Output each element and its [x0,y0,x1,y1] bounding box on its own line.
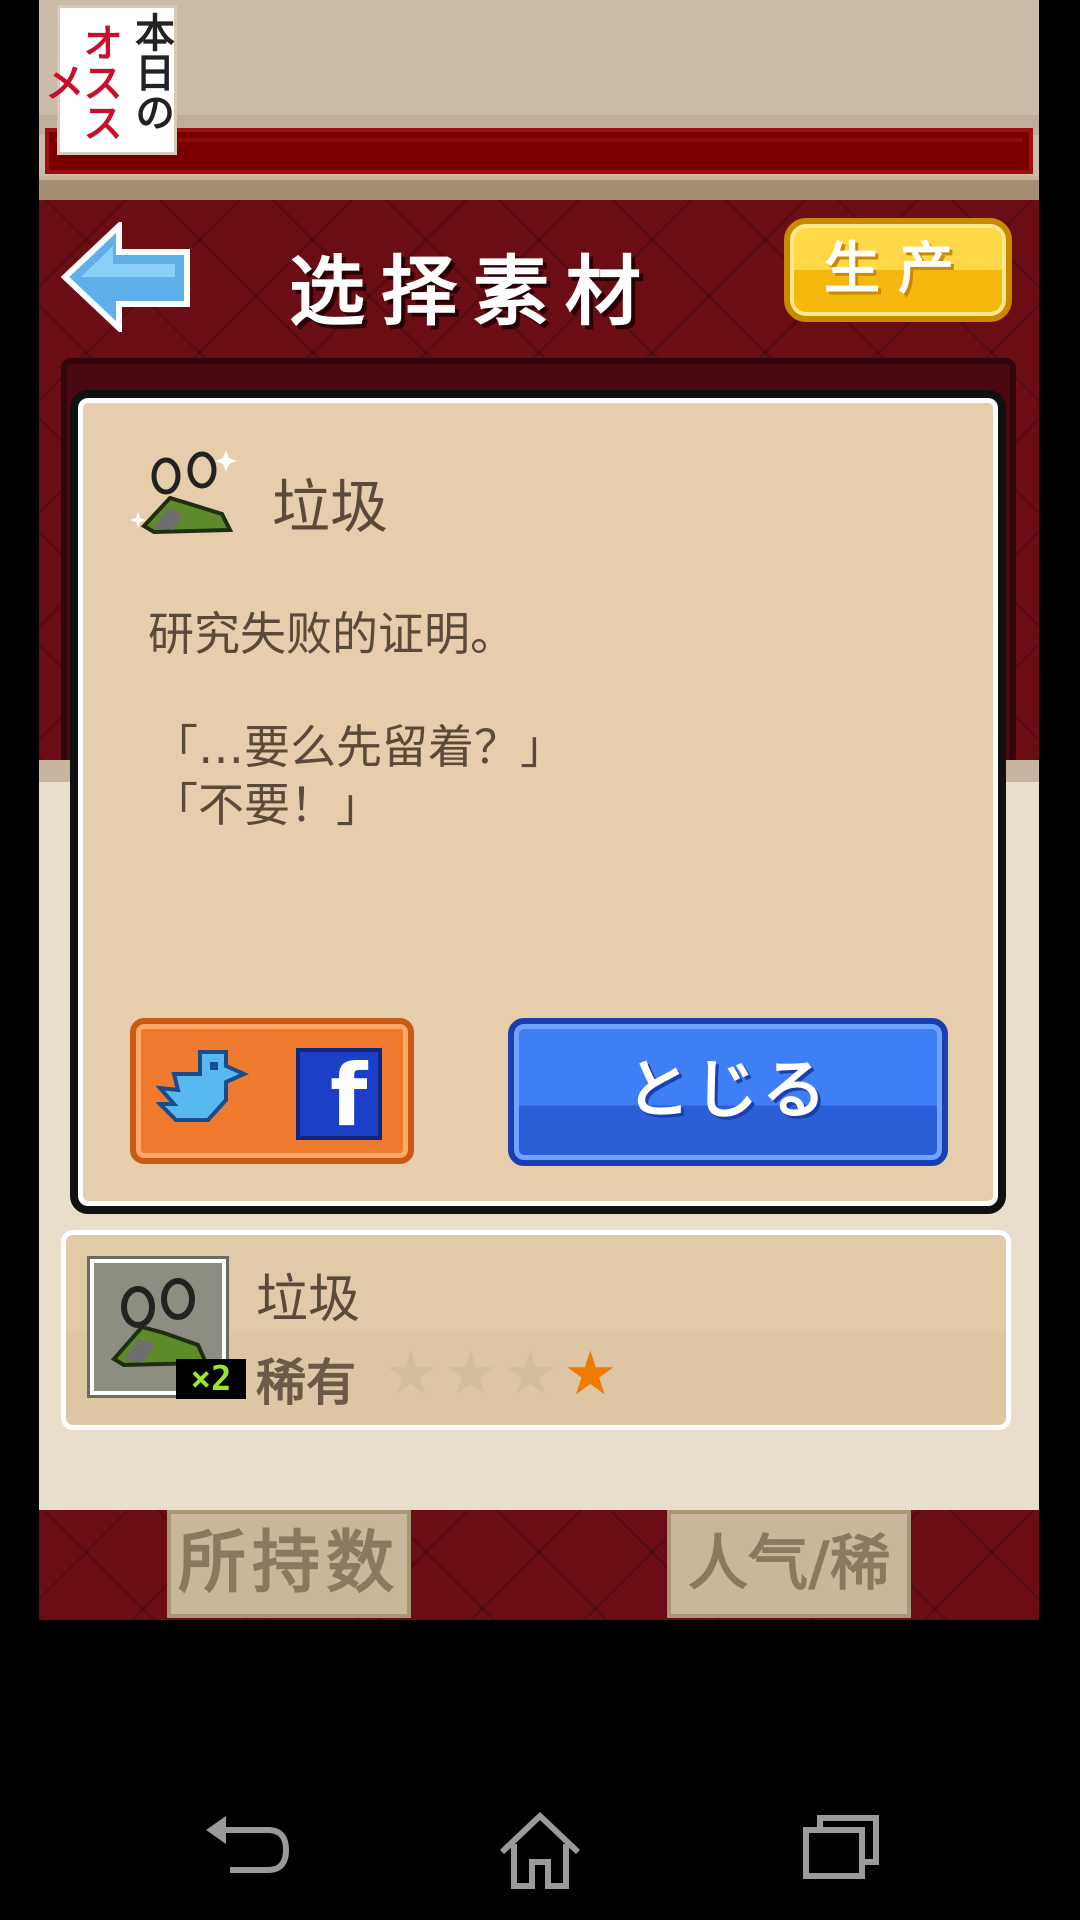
flavor-line-2: 「不要！」 [152,778,382,832]
item-thumbnail: ×2 [90,1259,246,1399]
recents-icon [803,1815,879,1879]
logo-text-left: オススメ [39,22,122,142]
item-detail-dialog: 垃圾 研究失败的证明。 「…要么先留着？」 「不要！」 f とじる [70,390,1006,1214]
flavor-line-1: 「…要么先留着？」 [152,720,566,774]
star-icon-filled: ★ [563,1339,624,1409]
produce-button[interactable]: 生产 [784,218,1012,322]
nav-home-button[interactable] [490,1800,590,1900]
back-icon [206,1816,290,1873]
nav-back-button[interactable] [196,1800,296,1900]
arrow-left-icon [60,219,190,335]
top-banner: 本日の オススメ [39,0,1039,200]
close-button[interactable]: とじる [508,1018,948,1166]
item-name: 垃圾 [256,1270,361,1330]
facebook-icon: f [296,1046,382,1146]
dialog-item-name: 垃圾 [272,473,389,541]
share-button[interactable]: f [130,1018,414,1164]
sort-by-popularity-button[interactable]: 人气/稀有 [667,1510,911,1618]
logo-text-right: 本日の [128,12,174,132]
list-item[interactable]: ×2 垃圾 稀有 ★★★★ [61,1230,1011,1430]
item-description: 研究失败的证明。 [148,607,516,661]
rarity-stars: ★★★★ [384,1339,623,1409]
rarity-label: 稀有 [256,1354,356,1412]
daily-recommend-logo[interactable]: 本日の オススメ [39,5,177,155]
item-flavor-text: 「…要么先留着？」 「不要！」 [152,718,566,834]
banner-red-bar [45,128,1033,174]
home-icon [499,1811,581,1889]
junk-icon [130,450,237,535]
banner-floor [39,176,1039,200]
page-title: 选择素材 [289,247,657,336]
twitter-bird-icon [156,1050,249,1122]
back-button[interactable] [60,219,191,335]
quantity-badge: ×2 [176,1359,246,1399]
star-icon: ★ [384,1339,444,1409]
star-icon: ★ [443,1339,504,1409]
star-icon: ★ [503,1339,564,1409]
sort-bar: 所持数 人气/稀有 [39,1510,1039,1620]
sort-by-count-button[interactable]: 所持数 [167,1510,411,1618]
nav-recents-button[interactable] [790,1800,890,1900]
